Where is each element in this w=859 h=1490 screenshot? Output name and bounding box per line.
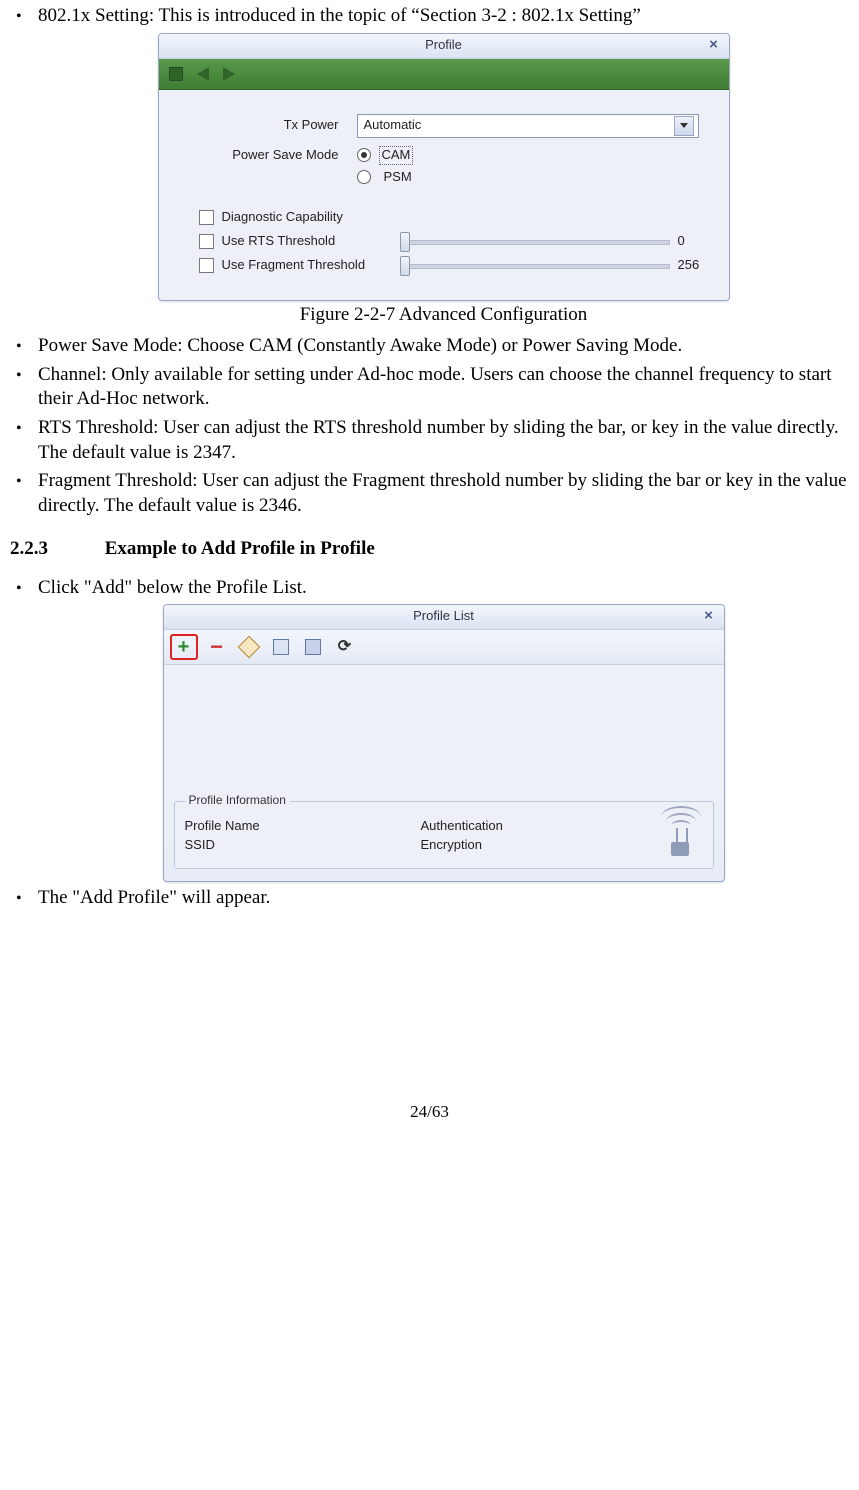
rts-checkbox[interactable] [199, 234, 214, 249]
bullet-rts: RTS Threshold: User can adjust the RTS t… [10, 416, 849, 465]
page-number: 24/63 [10, 1101, 849, 1123]
profile-information-group: Profile Information Profile Name SSID Au… [174, 801, 714, 869]
profile-name-label: Profile Name [185, 818, 411, 835]
bullet-power-save: Power Save Mode: Choose CAM (Constantly … [10, 334, 849, 359]
forward-icon[interactable] [223, 67, 235, 81]
profile-list-window: Profile List × + − ⟳ Profile Information… [163, 604, 725, 882]
cam-radio-label: CAM [379, 146, 414, 165]
rts-slider[interactable] [400, 232, 670, 250]
tx-power-label: Tx Power [199, 117, 357, 134]
figure-advanced-config: Profile × Tx Power Automatic [38, 33, 849, 302]
rts-label: Use RTS Threshold [222, 233, 392, 250]
slider-thumb[interactable] [400, 232, 410, 252]
slider-track [400, 240, 670, 245]
frag-value: 256 [678, 257, 700, 274]
bullet-text: Click "Add" below the Profile List. [38, 577, 307, 598]
toolbar: + − ⟳ [164, 630, 724, 665]
figure1-caption: Figure 2-2-7 Advanced Configuration [38, 303, 849, 328]
window-title: Profile List [164, 608, 724, 625]
wireless-icon [657, 816, 703, 858]
bullet-channel: Channel: Only available for setting unde… [10, 363, 849, 412]
bullet-click-add: Click "Add" below the Profile List. Prof… [10, 576, 849, 883]
close-icon[interactable]: × [705, 36, 723, 54]
close-icon[interactable]: × [700, 607, 718, 625]
diagnostic-label: Diagnostic Capability [222, 209, 343, 226]
nav-bar [159, 59, 729, 90]
section-number: 2.2.3 [10, 537, 100, 562]
minus-icon: − [210, 640, 223, 654]
frag-slider[interactable] [400, 256, 670, 274]
add-button[interactable]: + [170, 634, 198, 660]
profile-window: Profile × Tx Power Automatic [158, 33, 730, 302]
window-title: Profile [159, 37, 729, 54]
psm-radio[interactable] [357, 170, 371, 184]
edit-button[interactable] [236, 635, 262, 659]
authentication-label: Authentication [421, 818, 647, 835]
frag-label: Use Fragment Threshold [222, 257, 392, 274]
diagnostic-checkbox[interactable] [199, 210, 214, 225]
titlebar: Profile × [159, 34, 729, 59]
group-legend: Profile Information [185, 793, 290, 809]
power-save-mode-label: Power Save Mode [199, 147, 357, 164]
bullet-text: 802.1x Setting: This is introduced in th… [38, 5, 641, 26]
bullet-add-profile-appear: The "Add Profile" will appear. [10, 886, 849, 911]
stop-icon[interactable] [169, 67, 183, 81]
bullet-text: RTS Threshold: User can adjust the RTS t… [38, 417, 839, 463]
tx-power-value: Automatic [364, 117, 422, 134]
chevron-down-icon[interactable] [674, 116, 694, 136]
psm-radio-label: PSM [381, 168, 415, 187]
delete-button[interactable]: − [204, 635, 230, 659]
tx-power-dropdown[interactable]: Automatic [357, 114, 699, 138]
cam-radio[interactable] [357, 148, 371, 162]
ssid-label: SSID [185, 837, 411, 854]
bullet-text: Power Save Mode: Choose CAM (Constantly … [38, 335, 682, 356]
bullet-text: Fragment Threshold: User can adjust the … [38, 470, 847, 516]
refresh-icon: ⟳ [338, 637, 351, 658]
bullet-8021x: 802.1x Setting: This is introduced in th… [10, 4, 849, 328]
refresh-button[interactable]: ⟳ [332, 635, 358, 659]
back-icon[interactable] [197, 67, 209, 81]
slider-track [400, 264, 670, 269]
export-button[interactable] [300, 635, 326, 659]
import-icon [273, 639, 289, 655]
plus-icon: + [178, 638, 190, 656]
section-heading: 2.2.3 Example to Add Profile in Profile [10, 537, 849, 562]
window-body: Tx Power Automatic Power Save Mode CAM [159, 90, 729, 301]
bullet-frag: Fragment Threshold: User can adjust the … [10, 469, 849, 518]
figure-profile-list: Profile List × + − ⟳ Profile Information… [38, 604, 849, 882]
frag-checkbox[interactable] [199, 258, 214, 273]
import-button[interactable] [268, 635, 294, 659]
export-icon [305, 639, 321, 655]
titlebar: Profile List × [164, 605, 724, 630]
slider-thumb[interactable] [400, 256, 410, 276]
encryption-label: Encryption [421, 837, 647, 854]
bullet-text: Channel: Only available for setting unde… [38, 364, 832, 410]
section-title: Example to Add Profile in Profile [105, 538, 375, 559]
edit-icon [237, 636, 260, 659]
bullet-text: The "Add Profile" will appear. [38, 887, 270, 908]
profile-list-area[interactable] [164, 665, 724, 795]
rts-value: 0 [678, 233, 685, 250]
